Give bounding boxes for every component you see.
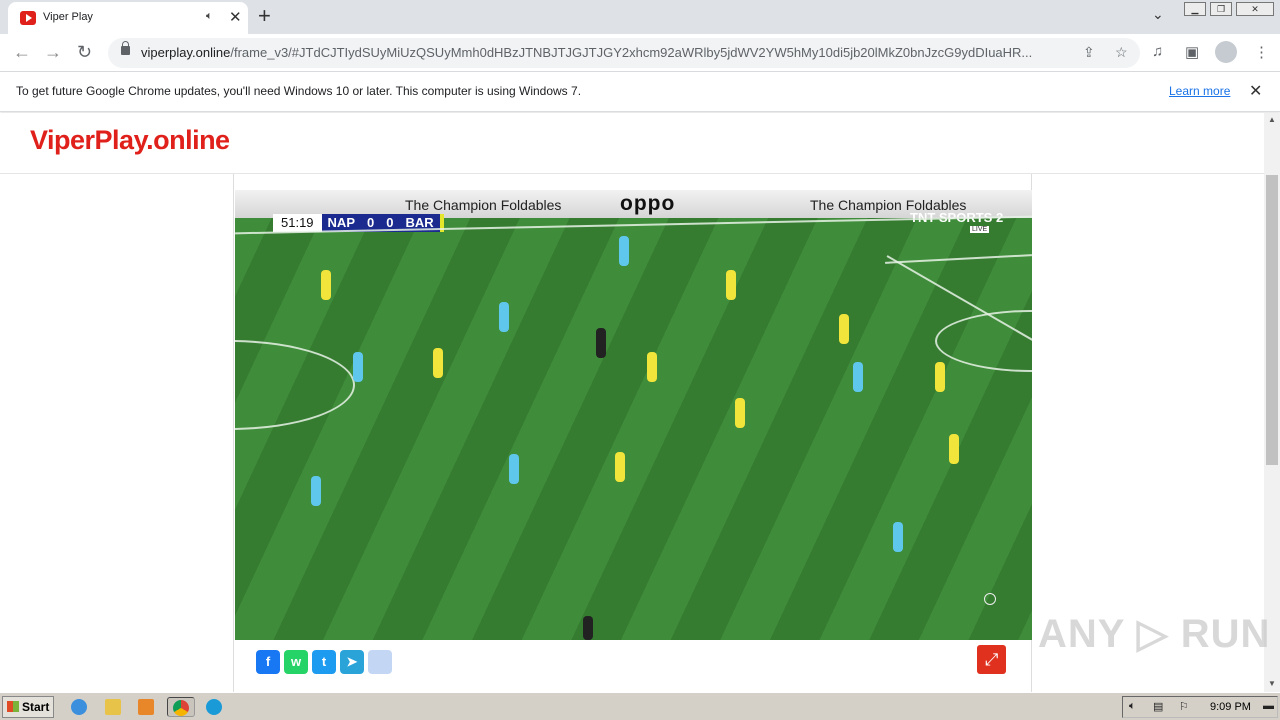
player-marker [433, 348, 443, 378]
page-scrollbar[interactable]: ▲ ▼ [1264, 113, 1280, 692]
back-icon[interactable]: ← [13, 42, 31, 63]
site-header: ViperPlay.online [0, 113, 1264, 174]
bookmark-star-icon[interactable]: ☆ [1115, 44, 1128, 61]
url-text[interactable]: viperplay.online/frame_v3/#JTdCJTIydSUyM… [141, 45, 1071, 60]
video-frame[interactable]: The Champion Foldables oppo The Champion… [235, 190, 1032, 640]
flag-icon[interactable]: ⚐ [1179, 700, 1189, 713]
network-icon[interactable]: ▤ [1153, 700, 1163, 713]
ie-icon[interactable] [68, 697, 90, 717]
player-marker [353, 352, 363, 382]
tab-viper-play[interactable]: Viper Play 🔈︎ ✕ [8, 2, 248, 34]
player-marker [615, 452, 625, 482]
scroll-up-icon[interactable]: ▲ [1268, 115, 1276, 124]
player-marker [647, 352, 657, 382]
new-tab-icon[interactable]: + [258, 3, 271, 29]
player-marker [949, 434, 959, 464]
taskbar: Start 🔈︎ ▤ ⚐ 9:09 PM ▬ [0, 692, 1280, 720]
start-button[interactable]: Start [2, 696, 54, 718]
telegram-icon[interactable]: ➤ [340, 650, 364, 674]
scrollbar-thumb[interactable] [1266, 175, 1278, 465]
player-marker [839, 314, 849, 344]
match-clock: 51:19 [273, 214, 322, 232]
hoarding-text: The Champion Foldables [405, 197, 562, 213]
cursor-indicator [984, 593, 996, 605]
player-marker [726, 270, 736, 300]
official-marker [583, 616, 593, 640]
address-bar[interactable]: viperplay.online/frame_v3/#JTdCJTIydSUyM… [108, 38, 1140, 68]
tab-search-chevron-icon[interactable]: ⌄ [1152, 6, 1164, 23]
update-infobar: To get future Google Chrome updates, you… [0, 72, 1280, 112]
site-logo[interactable]: ViperPlay.online [30, 125, 230, 156]
player-marker [619, 236, 629, 266]
lock-icon[interactable] [121, 41, 130, 55]
player-marker [853, 362, 863, 392]
scroll-down-icon[interactable]: ▼ [1268, 679, 1276, 688]
live-badge: LIVE [970, 226, 990, 233]
viper-play-favicon-icon [20, 11, 36, 25]
hoarding-logo: oppo [620, 192, 676, 215]
chrome-icon[interactable] [167, 697, 195, 717]
center-circle [235, 340, 355, 430]
whatsapp-icon[interactable]: w [284, 650, 308, 674]
referee-marker [596, 328, 606, 358]
learn-more-link[interactable]: Learn more [1169, 84, 1230, 98]
speaker-icon[interactable]: 🔈︎ [206, 10, 213, 23]
share-icon[interactable]: ⇪ [1083, 44, 1095, 61]
minimize-button[interactable]: ▁ [1184, 2, 1206, 16]
player-marker [935, 362, 945, 392]
menu-icon[interactable]: ⋮ [1254, 43, 1269, 61]
show-desktop-icon[interactable]: ▬ [1263, 700, 1274, 712]
twitter-icon[interactable]: t [312, 650, 336, 674]
tab-title: Viper Play [43, 11, 93, 23]
player-marker [893, 522, 903, 552]
tab-strip: Viper Play 🔈︎ ✕ + ⌄ ▁ ❐ ✕ [0, 0, 1280, 34]
player-marker [311, 476, 321, 506]
close-window-button[interactable]: ✕ [1236, 2, 1274, 16]
player-marker [735, 398, 745, 428]
restore-button[interactable]: ❐ [1210, 2, 1232, 16]
volume-icon[interactable]: 🔈︎ [1129, 700, 1136, 713]
system-tray: 🔈︎ ▤ ⚐ 9:09 PM ▬ [1122, 696, 1278, 718]
penalty-arc [935, 310, 1032, 372]
player-marker [321, 270, 331, 300]
page-content: ViperPlay.online The Champion Foldables … [0, 113, 1264, 692]
anyrun-watermark: ANY ▷ RUN [1038, 612, 1271, 656]
reload-icon[interactable]: ↻ [77, 42, 92, 63]
browser-toolbar: ← → ↻ viperplay.online/frame_v3/#JTdCJTI… [0, 34, 1280, 72]
taskbar-clock[interactable]: 9:09 PM [1210, 701, 1251, 713]
infobar-close-icon[interactable]: ✕ [1249, 81, 1262, 101]
explorer-icon[interactable] [102, 697, 124, 717]
stream-player: The Champion Foldables oppo The Champion… [233, 174, 1032, 692]
media-icon[interactable]: ♫ [1152, 43, 1163, 60]
forward-icon[interactable]: → [44, 42, 62, 63]
profile-icon[interactable] [1215, 41, 1237, 63]
sidepanel-icon[interactable]: ▣ [1185, 43, 1199, 61]
media-player-icon[interactable] [135, 697, 157, 717]
fullscreen-icon[interactable]: ⤢ [977, 645, 1006, 674]
player-marker [499, 302, 509, 332]
player-marker [509, 454, 519, 484]
tab-close-icon[interactable]: ✕ [229, 8, 242, 26]
edge-icon[interactable] [203, 697, 225, 717]
infobar-message: To get future Google Chrome updates, you… [16, 84, 582, 98]
share-more-icon[interactable] [368, 650, 392, 674]
facebook-icon[interactable]: f [256, 650, 280, 674]
pitch-line [885, 254, 1032, 264]
share-bar: f w t ➤ [256, 650, 392, 674]
